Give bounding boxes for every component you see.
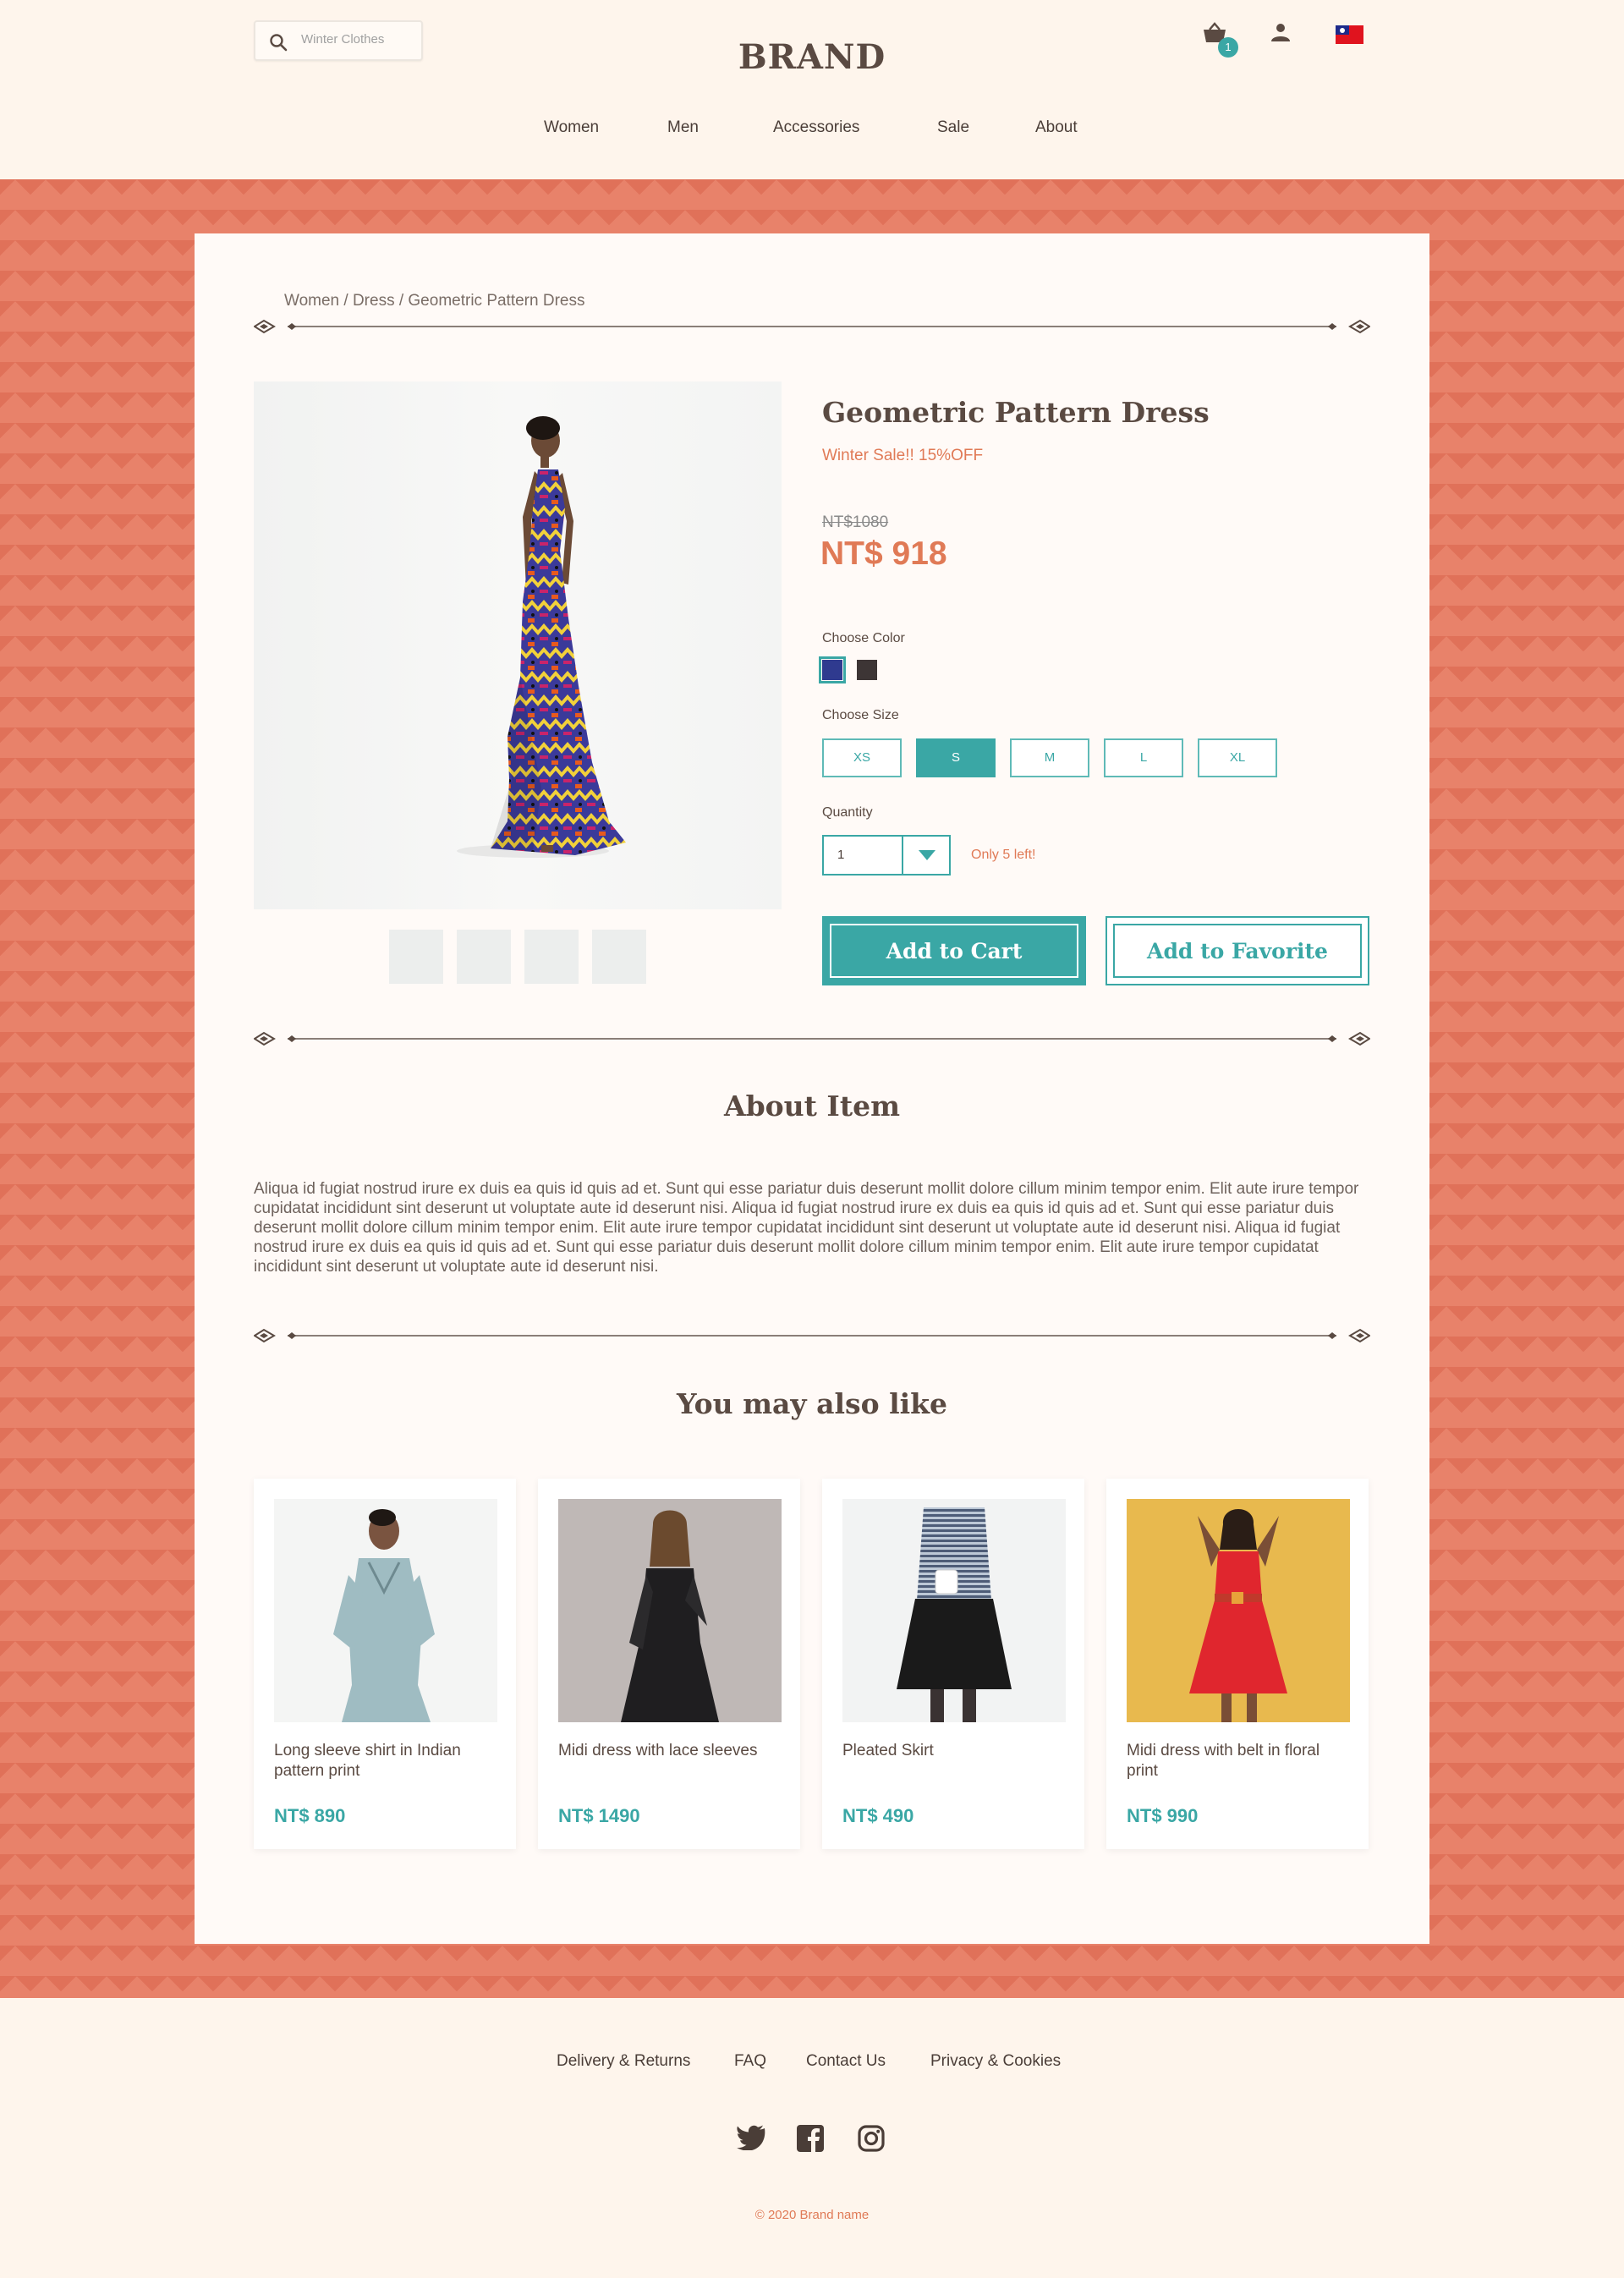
divider-line [288, 1038, 1336, 1040]
related-product-image[interactable] [1127, 1499, 1350, 1722]
copyright-text: © 2020 Brand name [754, 2208, 870, 2222]
sale-price: NT$ 918 [820, 535, 947, 572]
divider-ornament-right [1328, 319, 1370, 334]
chevron-down-icon[interactable] [902, 837, 949, 874]
related-product-card[interactable]: Midi dress with belt in floral print NT$… [1106, 1479, 1369, 1849]
size-l-button[interactable]: L [1104, 738, 1183, 777]
divider-ornament-left [254, 1328, 296, 1343]
related-product-card[interactable]: Long sleeve shirt in Indian pattern prin… [254, 1479, 516, 1849]
size-label: Choose Size [822, 708, 899, 722]
nav-men[interactable]: Men [667, 118, 699, 137]
divider-line [288, 1335, 1336, 1337]
quantity-label: Quantity [822, 805, 873, 820]
related-product-name[interactable]: Midi dress with belt in floral print [1127, 1741, 1348, 1781]
original-price: NT$1080 [822, 513, 889, 531]
related-title: You may also like [676, 1387, 948, 1420]
color-swatch-dark[interactable] [857, 660, 877, 680]
add-to-favorite-label: Add to Favorite [1147, 939, 1328, 963]
ornament-divider [254, 318, 1370, 335]
sale-badge-text: Winter Sale!! 15%OFF [822, 447, 984, 464]
lace-dress-figure-image [621, 1510, 719, 1722]
nav-accessories[interactable]: Accessories [773, 118, 859, 137]
floral-dress-figure-image [1189, 1509, 1287, 1722]
product-title: Geometric Pattern Dress [822, 396, 1210, 429]
related-product-name[interactable]: Long sleeve shirt in Indian pattern prin… [274, 1741, 496, 1781]
nav-sale[interactable]: Sale [937, 118, 969, 137]
twitter-icon[interactable] [737, 2125, 765, 2150]
quantity-value: 1 [837, 848, 845, 862]
about-title: About Item [723, 1090, 900, 1123]
color-label: Choose Color [822, 631, 905, 645]
cart-count-badge: 1 [1218, 37, 1238, 58]
size-m-button[interactable]: M [1010, 738, 1089, 777]
related-product-image[interactable] [558, 1499, 782, 1722]
footer-link-contact[interactable]: Contact Us [806, 2052, 886, 2071]
footer-link-delivery[interactable]: Delivery & Returns [557, 2052, 690, 2071]
related-product-name[interactable]: Pleated Skirt [842, 1741, 1064, 1761]
ornament-divider [254, 1030, 1370, 1047]
thumbnail-3[interactable] [524, 930, 579, 984]
add-to-favorite-button[interactable]: Add to Favorite [1106, 916, 1369, 985]
related-product-price: NT$ 890 [274, 1805, 346, 1826]
nav-about[interactable]: About [1035, 118, 1078, 137]
related-product-image[interactable] [842, 1499, 1066, 1722]
divider-ornament-left [254, 319, 296, 334]
divider-ornament-left [254, 1031, 296, 1046]
quantity-select[interactable]: 1 [822, 835, 951, 876]
size-s-button[interactable]: S [916, 738, 996, 777]
user-icon[interactable] [1270, 22, 1291, 42]
color-swatch-blue[interactable] [819, 656, 846, 683]
divider-ornament-right [1328, 1031, 1370, 1046]
related-product-card[interactable]: Pleated Skirt NT$ 490 [822, 1479, 1084, 1849]
thumbnail-2[interactable] [457, 930, 511, 984]
related-product-price: NT$ 1490 [558, 1805, 640, 1826]
thumbnail-4[interactable] [592, 930, 646, 984]
breadcrumb[interactable]: Women / Dress / Geometric Pattern Dress [284, 292, 584, 310]
flag-icon[interactable] [1336, 25, 1363, 44]
about-description: Aliqua id fugiat nostrud irure ex duis e… [254, 1180, 1359, 1276]
divider-ornament-right [1328, 1328, 1370, 1343]
size-xs-button[interactable]: XS [822, 738, 902, 777]
ornament-divider [254, 1327, 1370, 1344]
footer-link-privacy[interactable]: Privacy & Cookies [930, 2052, 1061, 2071]
main-nav: Women Men Accessories Sale About [0, 118, 1624, 144]
facebook-icon[interactable] [797, 2125, 824, 2152]
related-product-card[interactable]: Midi dress with lace sleeves NT$ 1490 [538, 1479, 800, 1849]
shirt-figure-image [333, 1509, 435, 1722]
add-to-cart-label: Add to Cart [886, 939, 1023, 963]
add-to-cart-button[interactable]: Add to Cart [822, 916, 1086, 985]
related-product-image[interactable] [274, 1499, 497, 1722]
product-main-image[interactable] [254, 381, 782, 909]
skirt-figure-image [897, 1507, 1012, 1722]
stock-note: Only 5 left! [971, 848, 1036, 862]
related-product-price: NT$ 490 [842, 1805, 914, 1826]
related-product-price: NT$ 990 [1127, 1805, 1199, 1826]
size-xl-button[interactable]: XL [1198, 738, 1277, 777]
dress-figure-image [457, 416, 626, 858]
divider-line [288, 326, 1336, 327]
nav-women[interactable]: Women [544, 118, 599, 137]
brand-logo[interactable]: BRAND [0, 37, 1624, 77]
instagram-icon[interactable] [858, 2125, 885, 2152]
footer-link-faq[interactable]: FAQ [734, 2052, 766, 2071]
related-product-name[interactable]: Midi dress with lace sleeves [558, 1741, 780, 1761]
site-header: BRAND 1 Women Men Accessories Sale About [0, 0, 1624, 179]
thumbnail-1[interactable] [389, 930, 443, 984]
